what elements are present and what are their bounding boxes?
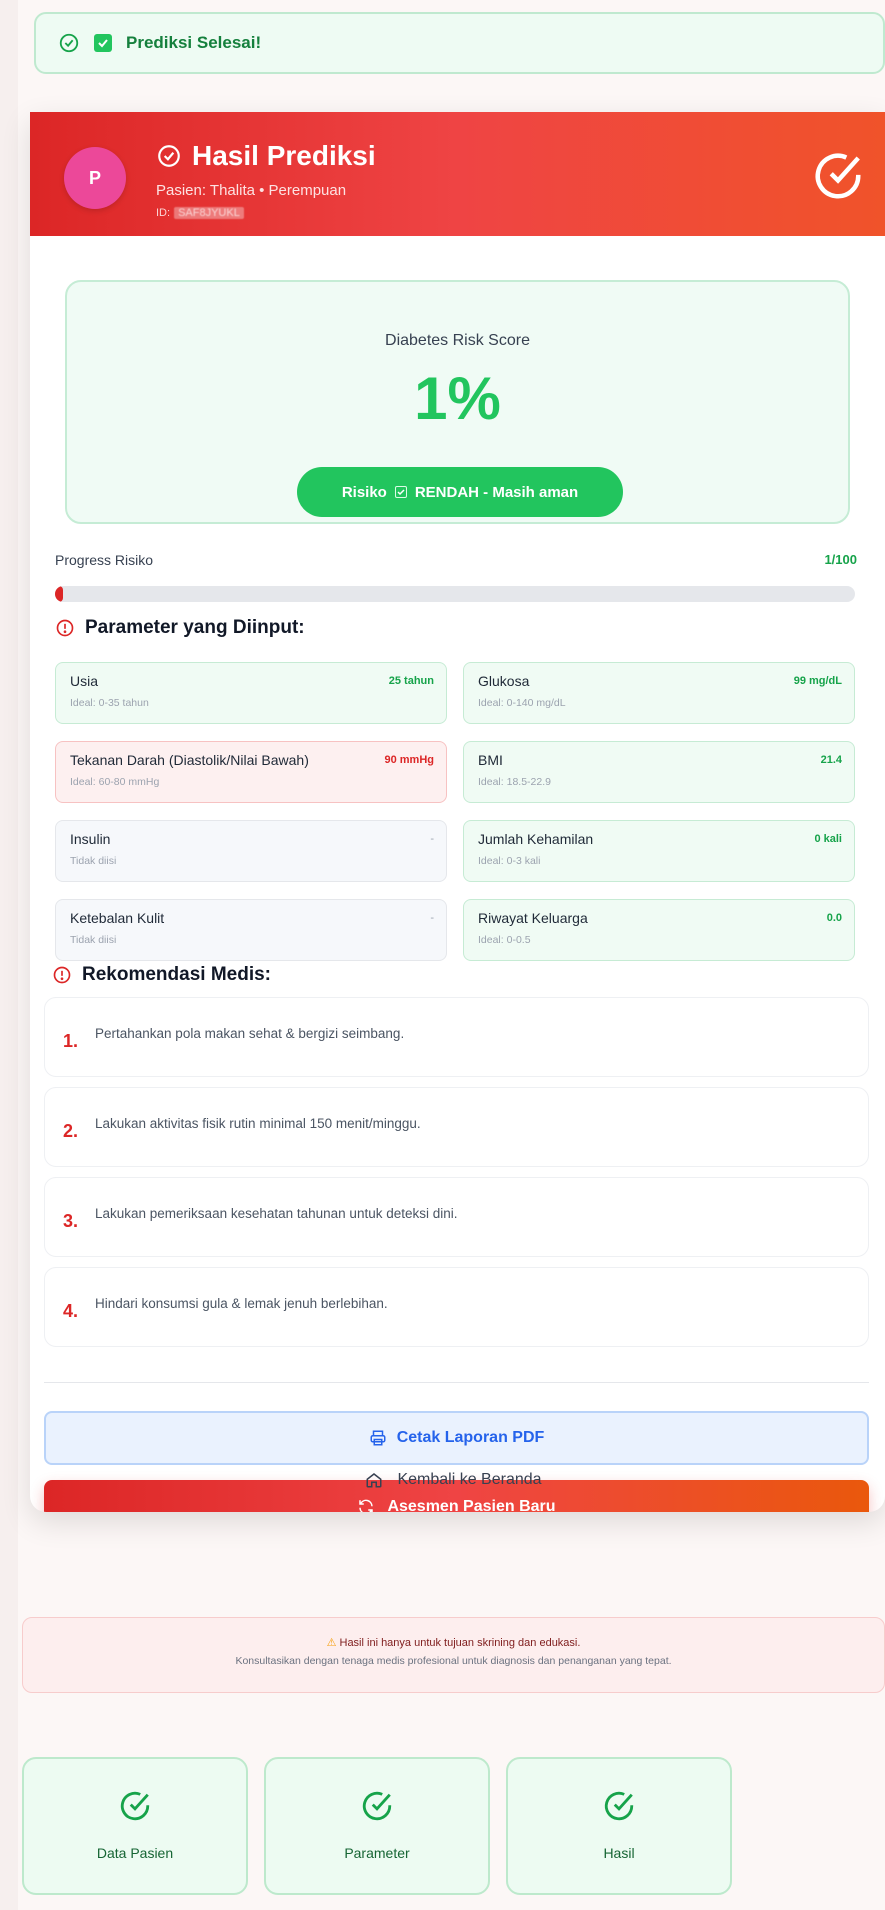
- parameter-ideal: Ideal: 0-35 tahun: [70, 697, 149, 709]
- back-home-button[interactable]: Kembali ke Beranda: [22, 1445, 885, 1515]
- avatar: P: [64, 147, 126, 209]
- risk-score-panel: Diabetes Risk Score 1% Risiko RENDAH - M…: [65, 280, 850, 524]
- result-card: P Hasil Prediksi Pasien: Thalita • Perem…: [30, 112, 885, 1512]
- divider: [44, 1382, 869, 1383]
- parameter-name: Ketebalan Kulit: [70, 910, 165, 926]
- warning-icon: ⚠: [326, 1637, 337, 1649]
- step-parameter[interactable]: Parameter: [264, 1757, 490, 1895]
- parameter-value: -: [430, 912, 434, 924]
- recommendation-item: 3. Lakukan pemeriksaan kesehatan tahunan …: [44, 1177, 869, 1257]
- patient-id-value: SAF8JYUKL: [174, 207, 244, 219]
- result-header: P Hasil Prediksi Pasien: Thalita • Perem…: [30, 112, 885, 236]
- disclaimer-box: ⚠ Hasil ini hanya untuk tujuan skrining …: [22, 1617, 885, 1693]
- recommendation-text: Lakukan pemeriksaan kesehatan tahunan un…: [95, 1205, 458, 1221]
- parameter-ideal: Tidak diisi: [70, 855, 117, 867]
- parameter-card: Jumlah Kehamilan 0 kali Ideal: 0-3 kali: [463, 820, 855, 882]
- small-check-icon: [394, 486, 407, 498]
- home-area: Kembali ke Beranda: [22, 1445, 885, 1515]
- big-check-circle-icon: [815, 153, 861, 199]
- recommendation-text: Hindari konsumsi gula & lemak jenuh berl…: [95, 1295, 388, 1311]
- back-home-label: Kembali ke Beranda: [397, 1471, 542, 1488]
- recommendation-text: Pertahankan pola makan sehat & bergizi s…: [95, 1025, 405, 1041]
- home-icon: [366, 1473, 382, 1488]
- risk-level-text: RENDAH - Masih aman: [414, 483, 579, 501]
- step-hasil[interactable]: Hasil: [506, 1757, 732, 1895]
- step-data-pasien[interactable]: Data Pasien: [22, 1757, 248, 1895]
- patient-id-label: ID:: [156, 207, 171, 219]
- check-circle-icon: [120, 1791, 150, 1821]
- parameter-card: Usia 25 tahun Ideal: 0-35 tahun: [55, 662, 447, 724]
- recommendations-heading: Rekomendasi Medis:: [52, 964, 271, 986]
- alert-circle-icon: [56, 619, 74, 637]
- progress-value: 1/100: [824, 552, 857, 567]
- result-title-text: Hasil Prediksi: [192, 140, 376, 171]
- parameter-ideal: Ideal: 60-80 mmHg: [70, 776, 160, 788]
- parameter-card: Glukosa 99 mg/dL Ideal: 0-140 mg/dL: [463, 662, 855, 724]
- parameter-ideal: Ideal: 0-140 mg/dL: [478, 697, 566, 709]
- parameter-card: BMI 21.4 Ideal: 18.5-22.9: [463, 741, 855, 803]
- recommendation-item: 4. Hindari konsumsi gula & lemak jenuh be…: [44, 1267, 869, 1347]
- progress-label: Progress Risiko: [55, 552, 154, 568]
- patient-info: Pasien: Thalita • Perempuan: [156, 182, 347, 199]
- recommendation-number: 2.: [63, 1120, 79, 1141]
- check-circle-icon: [158, 145, 180, 167]
- parameter-name: Insulin: [70, 831, 111, 847]
- disclaimer-line2: Konsultasikan dengan tenaga medis profes…: [235, 1655, 672, 1667]
- step-label: Data Pasien: [96, 1845, 174, 1861]
- risk-level-badge: Risiko RENDAH - Masih aman: [297, 467, 623, 517]
- parameter-value: 90 mmHg: [384, 754, 434, 766]
- parameter-value: -: [430, 833, 434, 845]
- risk-progress-fill: [55, 586, 63, 602]
- parameter-value: 0 kali: [814, 833, 842, 845]
- recommendation-text: Lakukan aktivitas fisik rutin minimal 15…: [95, 1115, 421, 1131]
- success-toast: Prediksi Selesai!: [34, 12, 885, 74]
- recommendations-title: Rekomendasi Medis:: [82, 964, 271, 985]
- recommendation-number: 3.: [63, 1210, 79, 1231]
- parameter-card: Ketebalan Kulit - Tidak diisi: [55, 899, 447, 961]
- parameters-heading: Parameter yang Diinput:: [55, 617, 305, 639]
- parameter-card: Tekanan Darah (Diastolik/Nilai Bawah) 90 …: [55, 741, 447, 803]
- risk-prefix: Risiko: [341, 483, 387, 501]
- alert-circle-icon: [53, 966, 71, 984]
- parameter-name: Jumlah Kehamilan: [478, 831, 594, 847]
- parameter-card: Insulin - Tidak diisi: [55, 820, 447, 882]
- toast-text: Prediksi Selesai!: [126, 33, 262, 52]
- result-title: Hasil Prediksi: [156, 140, 376, 172]
- recommendation-item: 1. Pertahankan pola makan sehat & bergizi…: [44, 997, 869, 1077]
- page-edge: [0, 0, 18, 1910]
- disclaimer-line1: ⚠ Hasil ini hanya untuk tujuan skrining …: [23, 1636, 884, 1649]
- parameter-name: Riwayat Keluarga: [478, 910, 588, 926]
- parameter-card: Riwayat Keluarga 0.0 Ideal: 0-0.5: [463, 899, 855, 961]
- step-label: Hasil: [603, 1845, 635, 1861]
- check-circle-icon: [362, 1791, 392, 1821]
- checkbox-check-icon: [94, 34, 112, 52]
- check-circle-icon: [604, 1791, 634, 1821]
- parameter-ideal: Ideal: 0-0.5: [478, 934, 531, 946]
- parameter-ideal: Tidak diisi: [70, 934, 117, 946]
- parameter-value: 99 mg/dL: [793, 675, 842, 687]
- risk-score-label: Diabetes Risk Score: [385, 332, 530, 349]
- check-circle-icon: [59, 33, 79, 53]
- parameter-name: Usia: [70, 673, 99, 689]
- risk-progress-bar: [55, 586, 855, 602]
- disclaimer-text1: Hasil ini hanya untuk tujuan skrining da…: [339, 1637, 581, 1649]
- parameter-value: 21.4: [820, 754, 842, 766]
- patient-id: ID: SAF8JYUKL: [156, 207, 244, 219]
- parameter-value: 0.0: [826, 912, 842, 924]
- parameter-value: 25 tahun: [388, 675, 434, 687]
- recommendation-number: 4.: [63, 1300, 79, 1321]
- risk-score-value: 1%: [414, 365, 501, 432]
- parameter-name: BMI: [478, 752, 503, 768]
- parameter-ideal: Ideal: 18.5-22.9: [478, 776, 551, 788]
- parameter-name: Glukosa: [478, 673, 530, 689]
- step-label: Parameter: [344, 1845, 410, 1861]
- recommendation-number: 1.: [63, 1030, 79, 1051]
- parameter-name: Tekanan Darah (Diastolik/Nilai Bawah): [70, 752, 309, 768]
- parameters-title: Parameter yang Diinput:: [85, 617, 305, 638]
- recommendation-item: 2. Lakukan aktivitas fisik rutin minimal …: [44, 1087, 869, 1167]
- parameter-ideal: Ideal: 0-3 kali: [478, 855, 541, 867]
